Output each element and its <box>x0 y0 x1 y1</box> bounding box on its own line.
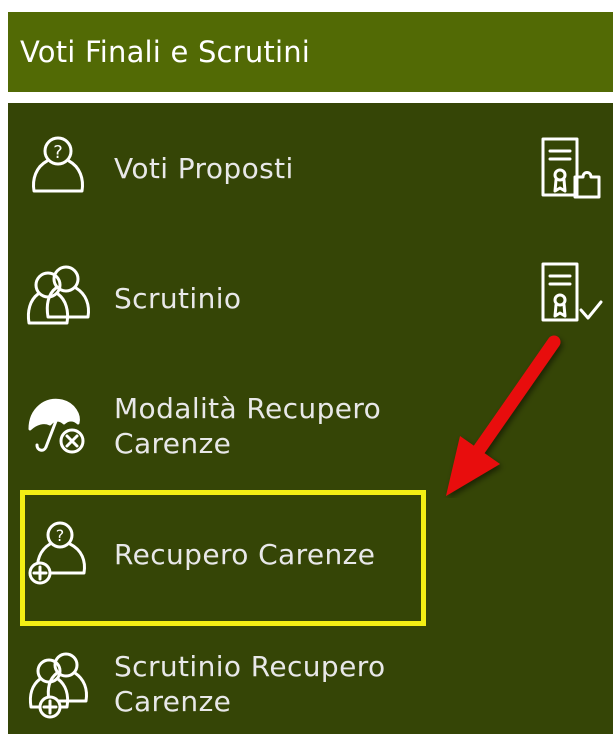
group-students-icon <box>22 261 94 333</box>
menu-item-label: Scrutinio <box>114 282 242 315</box>
document-check-icon[interactable] <box>535 258 605 328</box>
umbrella-cancel-icon <box>22 389 94 461</box>
menu-item-label: Scrutinio Recupero Carenze <box>114 650 386 718</box>
menu-item-label: Voti Proposti <box>114 152 294 185</box>
menu-item-voti-proposti[interactable]: ? Voti Proposti <box>8 103 613 233</box>
group-students-add-icon <box>22 649 94 721</box>
document-puzzle-icon[interactable] <box>535 133 605 203</box>
svg-text:?: ? <box>53 142 63 163</box>
menu-item-label: Modalità Recupero Carenze <box>114 392 382 460</box>
arrow-annotation <box>438 328 568 498</box>
section-header[interactable]: Voti Finali e Scrutini <box>8 12 613 92</box>
menu-item-scrutinio-recupero-carenze[interactable]: Scrutinio Recupero Carenze <box>8 623 613 734</box>
highlight-annotation <box>20 490 426 626</box>
section-title: Voti Finali e Scrutini <box>20 35 311 69</box>
student-question-icon: ? <box>22 131 94 203</box>
menu-panel: ? Voti Proposti Scrutinio Modalità Recup… <box>8 103 613 734</box>
